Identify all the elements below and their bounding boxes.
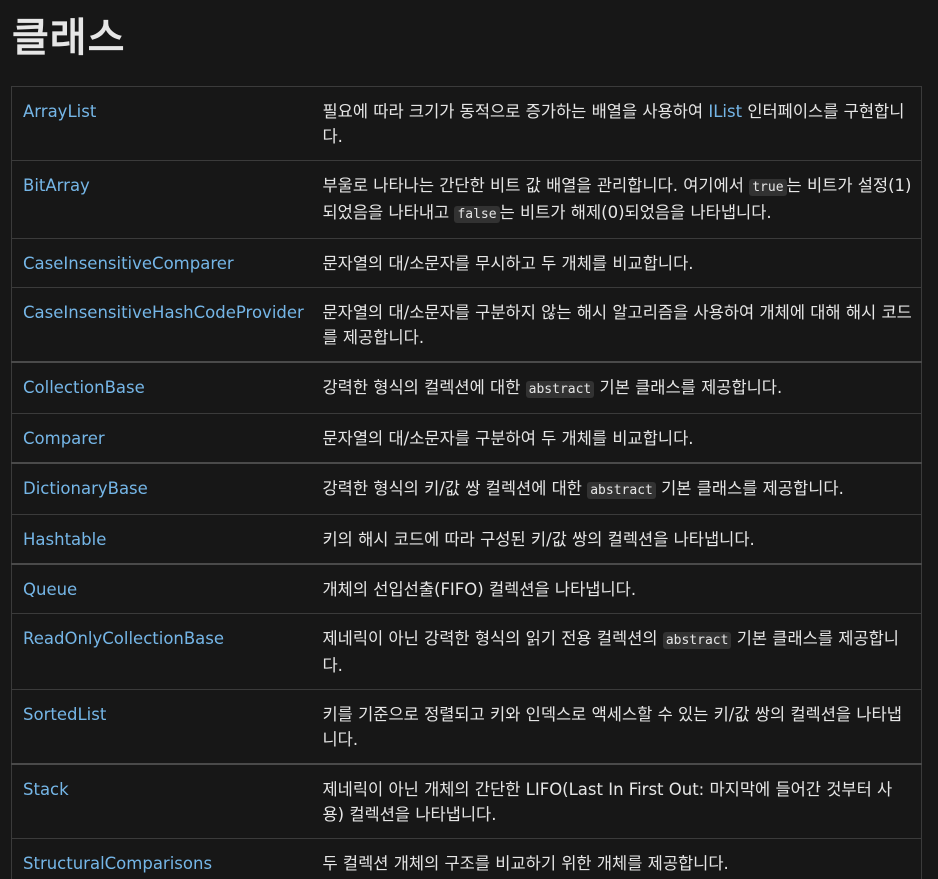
class-link-readonlycollectionbase[interactable]: ReadOnlyCollectionBase (23, 629, 224, 648)
class-description: 두 컬렉션 개체의 구조를 비교하기 위한 개체를 제공합니다. (311, 838, 922, 879)
code-abstract: abstract (525, 381, 595, 398)
table-row: ReadOnlyCollectionBase 제네릭이 아닌 강력한 형식의 읽… (11, 613, 922, 690)
classes-table: ArrayList 필요에 따라 크기가 동적으로 증가하는 배열을 사용하여 … (11, 86, 922, 879)
class-description: 제네릭이 아닌 개체의 간단한 LIFO(Last In First Out: … (311, 763, 922, 839)
class-link-dictionarybase[interactable]: DictionaryBase (23, 479, 148, 498)
class-link-structuralcomparisons[interactable]: StructuralComparisons (23, 854, 212, 873)
class-description: 강력한 형식의 키/값 쌍 컬렉션에 대한 abstract 기본 클래스를 제… (311, 462, 922, 515)
class-description: 문자열의 대/소문자를 구분하여 두 개체를 비교합니다. (311, 413, 922, 463)
table-row: Stack 제네릭이 아닌 개체의 간단한 LIFO(Last In First… (11, 763, 922, 839)
code-true: true (749, 179, 787, 196)
table-row: Queue 개체의 선입선출(FIFO) 컬렉션을 나타냅니다. (11, 563, 922, 614)
table-row: Comparer 문자열의 대/소문자를 구분하여 두 개체를 비교합니다. (11, 413, 922, 463)
class-description: 키의 해시 코드에 따라 구성된 키/값 쌍의 컬렉션을 나타냅니다. (311, 514, 922, 564)
class-link-bitarray[interactable]: BitArray (23, 176, 90, 195)
code-abstract: abstract (587, 482, 656, 499)
table-row: Hashtable 키의 해시 코드에 따라 구성된 키/값 쌍의 컬렉션을 나… (11, 514, 922, 564)
class-link-stack[interactable]: Stack (23, 780, 69, 799)
class-link-comparer[interactable]: Comparer (23, 429, 105, 448)
table-row: StructuralComparisons 두 컬렉션 개체의 구조를 비교하기… (11, 838, 922, 879)
code-false: false (454, 206, 500, 223)
class-link-arraylist[interactable]: ArrayList (23, 102, 96, 121)
table-row: CollectionBase 강력한 형식의 컬렉션에 대한 abstract … (11, 361, 922, 414)
class-description: 강력한 형식의 컬렉션에 대한 abstract 기본 클래스를 제공합니다. (311, 361, 922, 414)
table-row: ArrayList 필요에 따라 크기가 동적으로 증가하는 배열을 사용하여 … (11, 86, 922, 161)
class-description: 문자열의 대/소문자를 무시하고 두 개체를 비교합니다. (311, 238, 922, 288)
class-link-queue[interactable]: Queue (23, 580, 77, 599)
table-row: CaseInsensitiveHashCodeProvider 문자열의 대/소… (11, 287, 922, 362)
class-description: 필요에 따라 크기가 동적으로 증가하는 배열을 사용하여 IList 인터페이… (311, 86, 922, 161)
class-link-hashtable[interactable]: Hashtable (23, 530, 106, 549)
class-link-sortedlist[interactable]: SortedList (23, 705, 106, 724)
code-abstract: abstract (662, 632, 732, 649)
class-link-collectionbase[interactable]: CollectionBase (23, 378, 145, 397)
class-description: 제네릭이 아닌 강력한 형식의 읽기 전용 컬렉션의 abstract 기본 클… (311, 613, 922, 690)
table-row: BitArray 부울로 나타나는 간단한 비트 값 배열을 관리합니다. 여기… (11, 160, 922, 239)
class-description: 키를 기준으로 정렬되고 키와 인덱스로 액세스할 수 있는 키/값 쌍의 컬렉… (311, 689, 922, 764)
table-row: DictionaryBase 강력한 형식의 키/값 쌍 컬렉션에 대한 abs… (11, 462, 922, 515)
page: 클래스 ArrayList 필요에 따라 크기가 동적으로 증가하는 배열을 사… (0, 0, 938, 879)
class-description: 문자열의 대/소문자를 구분하지 않는 해시 알고리즘을 사용하여 개체에 대해… (311, 287, 922, 362)
table-row: SortedList 키를 기준으로 정렬되고 키와 인덱스로 액세스할 수 있… (11, 689, 922, 764)
class-link-caseinsensitivecomparer[interactable]: CaseInsensitiveComparer (23, 254, 234, 273)
class-description: 부울로 나타나는 간단한 비트 값 배열을 관리합니다. 여기에서 true 는 … (311, 160, 922, 239)
table-row: CaseInsensitiveComparer 문자열의 대/소문자를 무시하고… (11, 238, 922, 288)
page-title: 클래스 (12, 15, 126, 61)
class-link-caseinsensitivehashcodeprovider[interactable]: CaseInsensitiveHashCodeProvider (23, 303, 304, 322)
class-description: 개체의 선입선출(FIFO) 컬렉션을 나타냅니다. (311, 563, 922, 614)
ilist-link[interactable]: IList (708, 102, 742, 121)
